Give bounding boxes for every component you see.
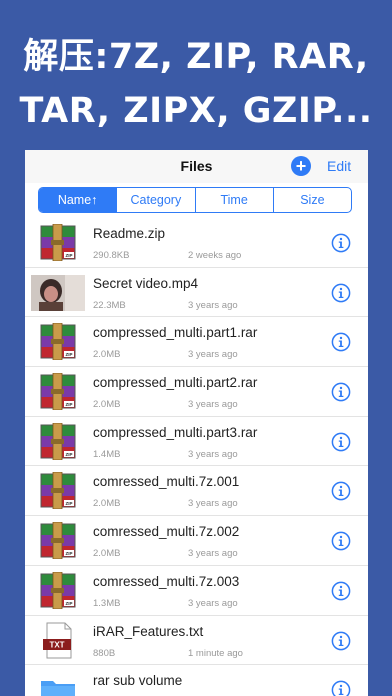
file-modified-time: 3 years ago: [188, 349, 238, 361]
file-row[interactable]: ZIP comressed_multi.7z.001 2.0MB 3 years ag…: [25, 466, 368, 517]
file-size: 1.4MB: [93, 448, 121, 460]
file-name: Readme.zip: [93, 226, 166, 241]
file-name: compressed_multi.part1.rar: [93, 325, 258, 341]
files-screen: Files + Edit Name↑ Category Time Size ZI…: [25, 150, 368, 696]
file-name: iRAR_Features.txt: [93, 623, 204, 639]
info-icon[interactable]: [331, 481, 351, 501]
info-icon[interactable]: [331, 680, 351, 696]
file-modified-time: 3 years ago: [188, 498, 238, 510]
file-name: compressed_multi.part3.rar: [93, 424, 258, 440]
file-modified-time: 3 years ago: [188, 399, 238, 411]
rar-archive-icon: ZIP: [39, 223, 77, 262]
file-modified-time: 3 years ago: [188, 299, 238, 311]
edit-button[interactable]: Edit: [327, 158, 351, 174]
file-row[interactable]: ZIP compressed_multi.part3.rar 1.4MB 3 year…: [25, 417, 368, 467]
file-name: comressed_multi.7z.003: [93, 573, 240, 589]
file-row[interactable]: ZIP comressed_multi.7z.002 2.0MB 3 years ag…: [25, 516, 368, 566]
svg-text:ZIP: ZIP: [65, 352, 72, 357]
file-size: 290.8KB: [93, 250, 130, 261]
file-row[interactable]: ZIP compressed_multi.part1.rar 2.0MB 3 year…: [25, 317, 368, 368]
file-size: 22.3MB: [93, 299, 126, 311]
sort-tab-time[interactable]: Time: [194, 188, 273, 212]
file-modified-time: 3 years ago: [188, 548, 238, 560]
file-list: ZIP Readme.zip 290.8KB 2 weeks ago Secret vi…: [25, 218, 368, 696]
file-modified-time: 1 minute ago: [188, 647, 243, 659]
info-icon[interactable]: [331, 283, 351, 303]
svg-text:ZIP: ZIP: [65, 402, 72, 407]
svg-text:ZIP: ZIP: [65, 601, 72, 606]
info-icon[interactable]: [331, 233, 351, 253]
sort-tab-name[interactable]: Name↑: [39, 188, 117, 212]
headline-line-2: TAR, ZIPX, GZIP...: [19, 91, 373, 131]
file-size: 2.0MB: [93, 349, 121, 361]
rar-archive-icon: ZIP: [39, 422, 77, 461]
file-row[interactable]: rar sub volume: [25, 665, 368, 696]
page-title: Files: [180, 158, 213, 174]
info-icon[interactable]: [331, 581, 351, 601]
navigation-bar: Files + Edit: [25, 150, 368, 183]
sort-segmented-control: Name↑ Category Time Size: [38, 187, 352, 213]
rar-archive-icon: ZIP: [39, 521, 77, 560]
file-size: 880B: [93, 647, 116, 659]
add-button[interactable]: +: [291, 156, 311, 176]
promo-headline: 解压:7Z, ZIP, RAR, TAR, ZIPX, GZIP...: [0, 30, 392, 138]
file-name: Secret video.mp4: [93, 275, 199, 291]
file-row[interactable]: ZIP compressed_multi.part2.rar 2.0MB 3 year…: [25, 367, 368, 417]
file-row[interactable]: ZIP Readme.zip 290.8KB 2 weeks ago: [25, 218, 368, 268]
folder-icon: [39, 671, 77, 696]
svg-text:ZIP: ZIP: [65, 551, 72, 556]
file-size: 2.0MB: [93, 399, 121, 411]
file-modified-time: 2 weeks ago: [188, 250, 242, 261]
file-row[interactable]: ZIP comressed_multi.7z.003 1.3MB 3 years ag…: [25, 566, 368, 616]
info-icon[interactable]: [331, 531, 351, 551]
file-row[interactable]: Secret video.mp4 22.3MB 3 years ago: [25, 268, 368, 318]
svg-text:ZIP: ZIP: [65, 253, 72, 258]
file-size: 1.3MB: [93, 597, 121, 609]
rar-archive-icon: ZIP: [39, 322, 77, 361]
txt-file-icon: TXT: [39, 622, 77, 659]
file-size: 2.0MB: [93, 548, 121, 560]
svg-text:ZIP: ZIP: [65, 501, 72, 506]
sort-tab-size[interactable]: Size: [272, 188, 351, 212]
file-modified-time: 3 years ago: [188, 448, 238, 460]
info-icon[interactable]: [331, 432, 351, 452]
file-name: comressed_multi.7z.002: [93, 524, 240, 540]
svg-text:TXT: TXT: [49, 640, 64, 649]
rar-archive-icon: ZIP: [39, 472, 77, 510]
info-icon[interactable]: [331, 631, 351, 651]
info-icon[interactable]: [331, 382, 351, 402]
info-icon[interactable]: [331, 332, 351, 352]
file-row[interactable]: TXT iRAR_Features.txt 880B 1 minute ago: [25, 616, 368, 666]
rar-archive-icon: ZIP: [39, 571, 77, 610]
rar-archive-icon: ZIP: [39, 372, 77, 411]
headline-line-1: 解压:7Z, ZIP, RAR,: [23, 37, 369, 77]
video-thumbnail: [31, 274, 85, 311]
svg-text:ZIP: ZIP: [65, 452, 72, 457]
file-name: rar sub volume: [93, 673, 183, 689]
file-size: 2.0MB: [93, 498, 121, 510]
file-name: compressed_multi.part2.rar: [93, 375, 258, 391]
sort-tab-category[interactable]: Category: [116, 188, 194, 212]
file-name: comressed_multi.7z.001: [93, 474, 240, 490]
file-modified-time: 3 years ago: [188, 597, 238, 609]
